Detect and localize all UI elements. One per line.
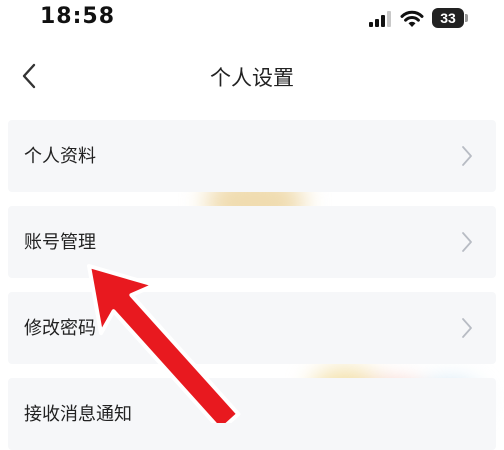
battery-level: 33 — [440, 10, 456, 26]
settings-item-label: 修改密码 — [24, 318, 96, 339]
settings-item-profile[interactable]: 个人资料 — [8, 120, 496, 192]
settings-item-change-password[interactable]: 修改密码 — [8, 292, 496, 364]
page-title: 个人设置 — [210, 66, 294, 90]
status-bar: 18:58 33 — [0, 0, 504, 40]
status-time: 18:58 — [40, 4, 116, 29]
battery-icon: 33 — [432, 8, 470, 30]
settings-item-message-notifications[interactable]: 接收消息通知 — [8, 378, 496, 450]
settings-item-label: 账号管理 — [24, 232, 96, 253]
chevron-right-icon — [462, 232, 472, 252]
wifi-icon — [400, 10, 424, 27]
chevron-right-icon — [462, 318, 472, 338]
settings-item-account-management[interactable]: 账号管理 — [8, 206, 496, 278]
cellular-signal-icon — [369, 11, 391, 27]
nav-bar: 个人设置 — [0, 50, 504, 102]
chevron-right-icon — [462, 146, 472, 166]
settings-item-label: 接收消息通知 — [24, 404, 132, 425]
settings-item-label: 个人资料 — [24, 146, 96, 167]
